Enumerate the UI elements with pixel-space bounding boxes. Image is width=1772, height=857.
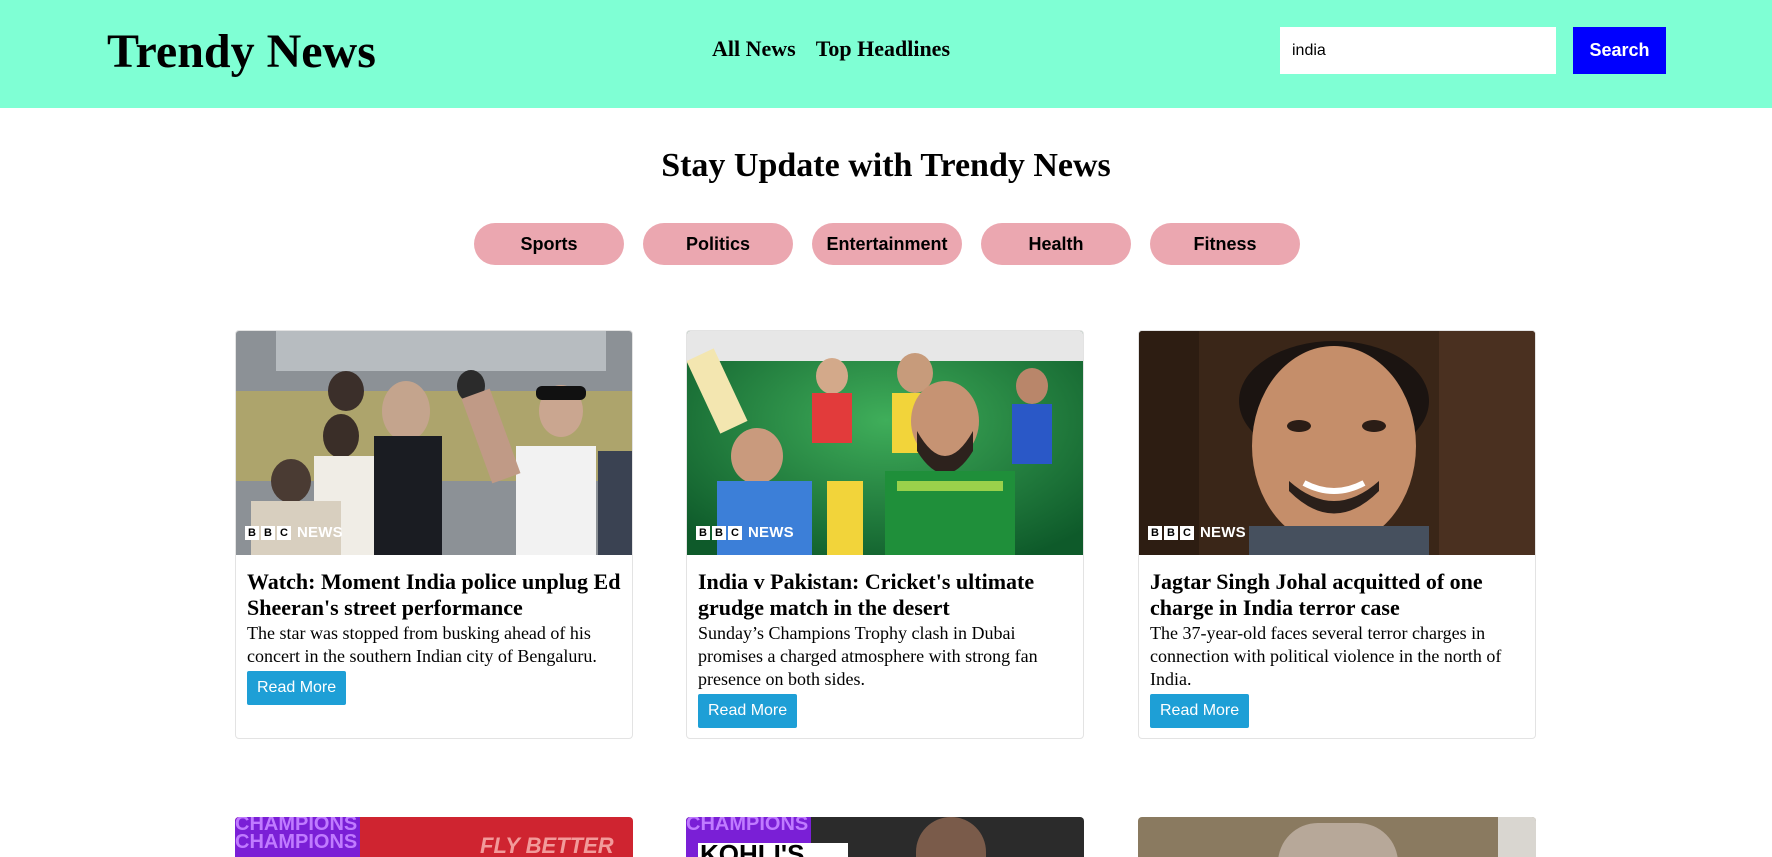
news-card-image: BBC NEWS [236,331,632,555]
article-description: Sunday’s Champions Trophy clash in Dubai… [698,623,1038,689]
news-card-image: BBC NEWS [1139,331,1535,555]
category-bar: Sports Politics Entertainment Health Fit… [474,223,1300,265]
category-entertainment[interactable]: Entertainment [812,223,962,265]
page-headline: Stay Update with Trendy News [661,147,1111,184]
category-sports[interactable]: Sports [474,223,624,265]
partial-image-text: CHAMPIONS [686,817,809,835]
street-performance-photo [236,331,632,555]
news-card-partial: CHAMPIONS CHAMPIONS FLY BETTER [235,817,633,857]
brand-logo[interactable]: Trendy News [107,20,376,84]
news-card: BBC NEWS Jagtar Singh Johal acquitted of… [1138,330,1536,739]
portrait-photo [1139,331,1535,555]
read-more-button[interactable]: Read More [698,694,798,728]
bbc-news-logo: BBC NEWS [245,524,343,541]
article-title[interactable]: Jagtar Singh Johal acquitted of one char… [1150,569,1524,621]
category-politics[interactable]: Politics [643,223,793,265]
nav-all-news[interactable]: All News [712,36,796,62]
news-card: BBC NEWS Watch: Moment India police unpl… [235,330,633,739]
bbc-news-logo: BBC NEWS [1148,524,1246,541]
article-title[interactable]: India v Pakistan: Cricket's ultimate gru… [698,569,1072,621]
article-description: The star was stopped from busking ahead … [247,623,597,666]
nav-top-headlines[interactable]: Top Headlines [816,36,950,62]
article-description: The 37-year-old faces several terror cha… [1150,623,1502,689]
cricket-players-photo [687,331,1083,555]
partial-image-text: CHAMPIONS [235,831,358,853]
news-card: BBC NEWS India v Pakistan: Cricket's ult… [686,330,1084,739]
category-health[interactable]: Health [981,223,1131,265]
news-card-partial [1138,817,1536,857]
partial-image-overlay: KOHLI'S [700,839,805,857]
main-nav: All News Top Headlines [712,36,950,62]
news-card-partial: CHAMPIONS KOHLI'S [686,817,1084,857]
top-navbar: Trendy News All News Top Headlines Searc… [0,0,1772,108]
search-button[interactable]: Search [1573,27,1666,74]
partial-image-overlay: FLY BETTER [480,833,614,857]
search-input[interactable] [1280,27,1556,74]
article-title[interactable]: Watch: Moment India police unplug Ed She… [247,569,621,621]
bbc-news-logo: BBC NEWS [696,524,794,541]
read-more-button[interactable]: Read More [247,671,347,705]
category-fitness[interactable]: Fitness [1150,223,1300,265]
read-more-button[interactable]: Read More [1150,694,1250,728]
news-card-image: BBC NEWS [687,331,1083,555]
